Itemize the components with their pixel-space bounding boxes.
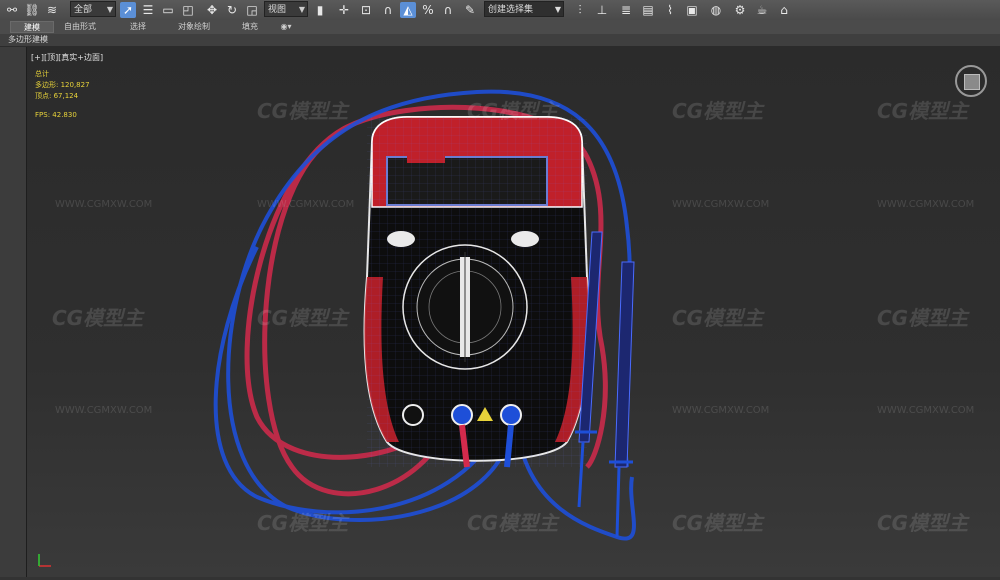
angle-snap-icon[interactable]: ◭: [400, 2, 416, 18]
ref-coord-dropdown[interactable]: 视图 ▼: [264, 1, 308, 17]
tab-object-paint[interactable]: 对象绘制: [170, 21, 218, 33]
polys-value: 120,827: [60, 81, 90, 89]
graphite-toolbar-icon[interactable]: ▤: [640, 2, 656, 18]
watermark-logo: CG模型主: [257, 511, 349, 535]
mirror-icon[interactable]: ⫶: [572, 2, 588, 18]
main-toolbar: ⚯ ⛓ ≋ 全部 ▼ ➚ ☰ ▭ ◰ ✥ ↻ ◲ 视图 ▼ ▮ ✛ ⊡ ∩ ◭ % …: [0, 0, 1000, 21]
polys-label: 多边形:: [35, 81, 59, 89]
watermark-logo: CG模型主: [877, 306, 969, 330]
watermark-logo: CG模型主: [672, 306, 764, 330]
tab-modeling[interactable]: 建模: [10, 21, 54, 33]
watermark-logo: CG模型主: [52, 306, 144, 330]
render-production-icon[interactable]: ⌂: [776, 2, 792, 18]
ribbon-tabs: 建模 自由形式 选择 对象绘制 填充 ◉▾: [0, 20, 1000, 35]
viewcube-face[interactable]: [964, 74, 980, 90]
align-icon[interactable]: ⊥: [594, 2, 610, 18]
verts-stat: 顶点: 67,124: [35, 91, 78, 101]
select-by-name-icon[interactable]: ☰: [140, 2, 156, 18]
axis-gizmo-icon: [38, 554, 51, 567]
render-setup-icon[interactable]: ⚙: [732, 2, 748, 18]
watermark-logo: CG模型主: [257, 99, 349, 123]
select-scale-icon[interactable]: ◲: [244, 2, 260, 18]
verts-value: 67,124: [53, 92, 79, 100]
chevron-down-icon: ▼: [298, 5, 305, 14]
range-button-left: [387, 231, 415, 247]
select-move-icon[interactable]: ✥: [204, 2, 220, 18]
ribbon-panel-bar: 多边形建模: [0, 34, 1000, 47]
viewcube-icon[interactable]: [955, 65, 987, 97]
percent-snap-icon[interactable]: %: [420, 2, 436, 18]
edit-named-selection-icon[interactable]: ✎: [462, 2, 478, 18]
ref-coord-value: 视图: [268, 5, 287, 15]
stats-header: 总计: [35, 70, 49, 78]
tab-populate[interactable]: 填充: [228, 21, 272, 33]
named-selection-field[interactable]: 创建选择集 ▼: [484, 1, 564, 17]
named-selection-placeholder: 创建选择集: [488, 5, 534, 15]
watermark-url: WWW.CGMXW.COM: [877, 405, 975, 416]
watermark-url: WWW.CGMXW.COM: [55, 199, 153, 210]
left-sidebar-strip: [0, 47, 26, 580]
range-button-right: [511, 231, 539, 247]
multimeter-body: [363, 116, 590, 467]
chevron-down-icon: ▼: [106, 5, 113, 14]
watermark-logo: CG模型主: [467, 511, 559, 535]
ribbon-options-icon[interactable]: ◉▾: [276, 21, 296, 33]
watermark-url: WWW.CGMXW.COM: [672, 405, 770, 416]
blue-plug: [504, 424, 514, 468]
polygon-modeling-label[interactable]: 多边形建模: [8, 34, 48, 46]
watermark-url: WWW.CGMXW.COM: [672, 199, 770, 210]
watermark-logo: CG模型主: [467, 99, 559, 123]
schematic-view-icon[interactable]: ▣: [684, 2, 700, 18]
keyboard-shortcut-icon[interactable]: ⊡: [358, 2, 374, 18]
link-icon[interactable]: ⚯: [4, 2, 20, 18]
selection-filter-value: 全部: [74, 5, 93, 15]
ma-jack: [500, 404, 522, 426]
tab-selection[interactable]: 选择: [116, 21, 160, 33]
curve-editor-icon[interactable]: ⌇: [662, 2, 678, 18]
rendered-frame-icon[interactable]: ☕: [754, 2, 770, 18]
snap-toggle-icon[interactable]: ∩: [380, 2, 396, 18]
watermark-logo: CG模型主: [672, 511, 764, 535]
layer-explorer-icon[interactable]: ≣: [618, 2, 634, 18]
watermark-url: WWW.CGMXW.COM: [55, 405, 153, 416]
com-jack: [402, 404, 424, 426]
watermark-logo: CG模型主: [257, 306, 349, 330]
material-editor-icon[interactable]: ◍: [708, 2, 724, 18]
watermark-url: WWW.CGMXW.COM: [877, 199, 975, 210]
viewport-label[interactable]: [+][顶][真实+边面]: [31, 52, 103, 63]
select-rotate-icon[interactable]: ↻: [224, 2, 240, 18]
fps-value: 42.830: [52, 111, 77, 119]
select-object-icon[interactable]: ➚: [120, 2, 136, 18]
fps-stat: FPS: 42.830: [35, 111, 77, 119]
watermark-logo: CG模型主: [877, 99, 969, 123]
multimeter-wireframe-scene: [213, 89, 636, 541]
watermark-url: WWW.CGMXW.COM: [257, 199, 355, 210]
tab-freeform[interactable]: 自由形式: [58, 21, 102, 33]
unlink-icon[interactable]: ⛓: [24, 2, 40, 18]
pivot-center-icon[interactable]: ▮: [312, 2, 328, 18]
selection-filter-dropdown[interactable]: 全部 ▼: [70, 1, 116, 17]
watermark-logo: CG模型主: [672, 99, 764, 123]
viewport-top[interactable]: [+][顶][真实+边面] 总计 多边形: 120,827 顶点: 67,124…: [26, 47, 1000, 578]
verts-label: 顶点:: [35, 92, 52, 100]
spinner-snap-icon[interactable]: ∩: [440, 2, 456, 18]
fps-label: FPS:: [35, 111, 51, 119]
polys-stat: 多边形: 120,827: [35, 80, 90, 90]
watermark-logo: CG模型主: [877, 511, 969, 535]
chevron-down-icon: ▼: [554, 5, 561, 14]
window-crossing-icon[interactable]: ◰: [180, 2, 196, 18]
volt-jack: [451, 404, 473, 426]
bind-space-warp-icon[interactable]: ≋: [44, 2, 60, 18]
rect-select-region-icon[interactable]: ▭: [160, 2, 176, 18]
select-manipulate-icon[interactable]: ✛: [336, 2, 352, 18]
